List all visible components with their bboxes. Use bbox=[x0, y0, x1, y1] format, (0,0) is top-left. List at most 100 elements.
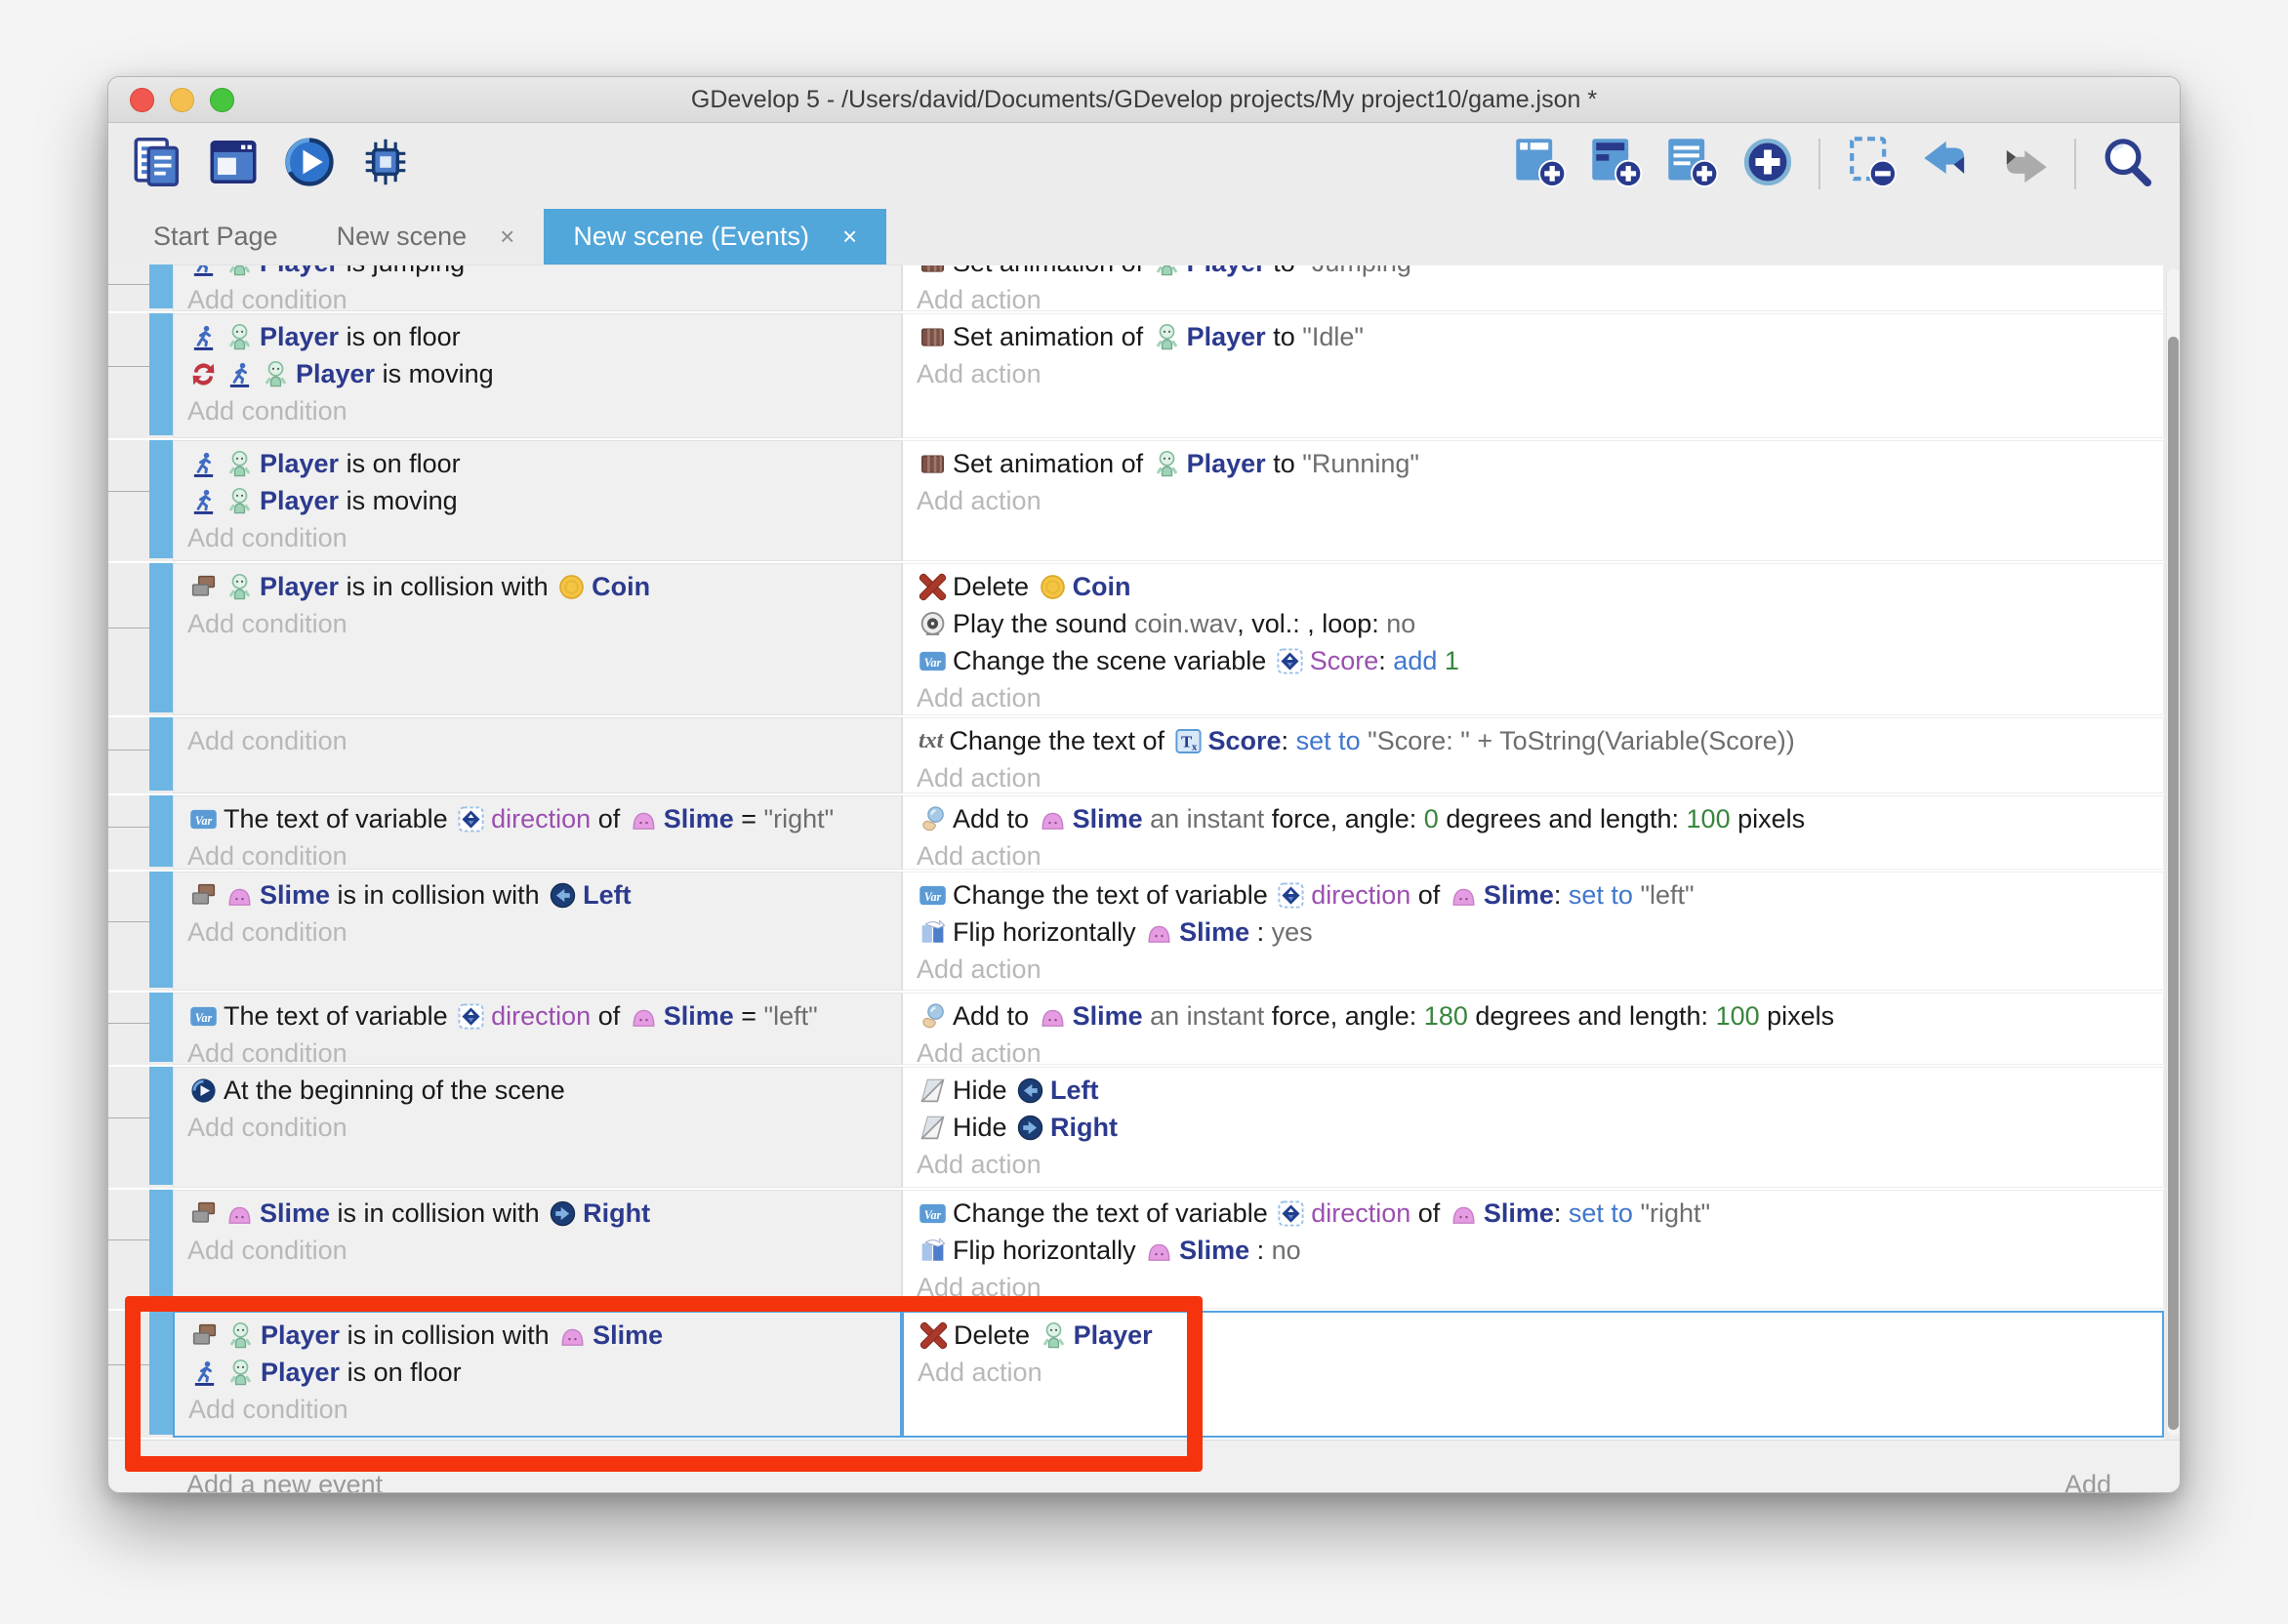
event-drag-bar[interactable] bbox=[149, 313, 173, 438]
actions-cell[interactable]: txtChange the text of TxScore: set to "S… bbox=[902, 717, 2164, 793]
conditions-cell[interactable]: Player is jumpingAdd condition bbox=[173, 264, 902, 311]
add-condition-button[interactable]: Add condition bbox=[174, 722, 901, 759]
action-line[interactable]: Hide Right bbox=[903, 1109, 2163, 1146]
actions-cell[interactable]: VarChange the text of variable direction… bbox=[902, 872, 2164, 991]
remove-selection-button[interactable] bbox=[1840, 133, 1902, 195]
condition-line[interactable]: At the beginning of the scene bbox=[174, 1072, 901, 1109]
tab-new-scene[interactable]: New scene× bbox=[307, 209, 545, 264]
conditions-cell[interactable]: Add condition bbox=[173, 717, 902, 793]
conditions-cell[interactable]: Slime is in collision with LeftAdd condi… bbox=[173, 872, 902, 991]
event-row[interactable]: Player is on floorPlayer is movingAdd co… bbox=[108, 440, 2164, 563]
event-row[interactable]: At the beginning of the sceneAdd conditi… bbox=[108, 1067, 2164, 1190]
add-subevent-button[interactable] bbox=[1584, 133, 1647, 195]
event-row[interactable]: Slime is in collision with RightAdd cond… bbox=[108, 1190, 2164, 1311]
event-row[interactable]: Add conditiontxtChange the text of TxSco… bbox=[108, 717, 2164, 795]
add-action-button[interactable]: Add action bbox=[904, 1354, 2162, 1391]
zoom-window-button[interactable] bbox=[210, 88, 234, 112]
add-button[interactable]: Add bbox=[2064, 1470, 2111, 1493]
actions-cell[interactable]: Set animation of Player to "Idle"Add act… bbox=[902, 313, 2164, 438]
tab-start-page[interactable]: Start Page bbox=[124, 209, 307, 264]
conditions-cell[interactable]: VarThe text of variable direction of Sli… bbox=[173, 993, 902, 1065]
add-condition-button[interactable]: Add condition bbox=[174, 837, 901, 870]
add-comment-button[interactable] bbox=[1660, 133, 1723, 195]
conditions-cell[interactable]: Slime is in collision with RightAdd cond… bbox=[173, 1190, 902, 1309]
add-condition-button[interactable]: Add condition bbox=[174, 392, 901, 429]
add-condition-button[interactable]: Add condition bbox=[174, 1035, 901, 1065]
action-line[interactable]: txtChange the text of TxScore: set to "S… bbox=[903, 722, 2163, 759]
event-row[interactable]: Player is jumpingAdd conditionSet animat… bbox=[108, 264, 2164, 313]
action-line[interactable]: Delete Player bbox=[904, 1317, 2162, 1354]
minimize-window-button[interactable] bbox=[170, 88, 194, 112]
event-drag-bar[interactable] bbox=[149, 993, 173, 1065]
event-drag-bar[interactable] bbox=[149, 264, 173, 311]
add-condition-button[interactable]: Add condition bbox=[174, 605, 901, 642]
add-action-button[interactable]: Add action bbox=[903, 281, 2163, 311]
action-line[interactable]: Set animation of Player to "Jumping" bbox=[903, 264, 2163, 281]
condition-line[interactable]: Player is moving bbox=[174, 482, 901, 519]
event-row[interactable]: VarThe text of variable direction of Sli… bbox=[108, 993, 2164, 1067]
add-action-button[interactable]: Add action bbox=[903, 355, 2163, 392]
action-line[interactable]: Set animation of Player to "Idle" bbox=[903, 318, 2163, 355]
event-row[interactable]: Player is in collision with CoinAdd cond… bbox=[108, 563, 2164, 717]
conditions-cell[interactable]: Player is on floorPlayer is movingAdd co… bbox=[173, 313, 902, 438]
action-line[interactable]: Add to Slime an instant force, angle: 0 … bbox=[903, 800, 2163, 837]
actions-cell[interactable]: Add to Slime an instant force, angle: 18… bbox=[902, 993, 2164, 1065]
condition-line[interactable]: Player is in collision with Coin bbox=[174, 568, 901, 605]
action-line[interactable]: Hide Left bbox=[903, 1072, 2163, 1109]
add-event-button[interactable] bbox=[1508, 133, 1571, 195]
add-action-button[interactable]: Add action bbox=[903, 759, 2163, 793]
project-manager-button[interactable] bbox=[126, 133, 188, 195]
action-line[interactable]: Add to Slime an instant force, angle: 18… bbox=[903, 997, 2163, 1035]
close-window-button[interactable] bbox=[130, 88, 154, 112]
action-line[interactable]: Play the sound coin.wav, vol.: , loop: n… bbox=[903, 605, 2163, 642]
redo-button[interactable] bbox=[1992, 133, 2055, 195]
add-new-event-button[interactable]: Add a new event bbox=[186, 1470, 383, 1493]
conditions-cell[interactable]: Player is in collision with SlimePlayer … bbox=[173, 1311, 902, 1438]
condition-line[interactable]: Player is on floor bbox=[175, 1354, 900, 1391]
condition-line[interactable]: Player is on floor bbox=[174, 318, 901, 355]
action-line[interactable]: Delete Coin bbox=[903, 568, 2163, 605]
tab-new-scene-events-[interactable]: New scene (Events)× bbox=[544, 209, 886, 264]
scrollbar-thumb[interactable] bbox=[2168, 337, 2179, 1430]
actions-cell[interactable]: VarChange the text of variable direction… bbox=[902, 1190, 2164, 1309]
actions-cell[interactable]: Add to Slime an instant force, angle: 0 … bbox=[902, 795, 2164, 870]
event-drag-bar[interactable] bbox=[149, 1067, 173, 1188]
debug-button[interactable] bbox=[354, 133, 417, 195]
event-drag-bar[interactable] bbox=[149, 563, 173, 715]
actions-cell[interactable]: Set animation of Player to "Running"Add … bbox=[902, 440, 2164, 561]
actions-cell[interactable]: Delete CoinPlay the sound coin.wav, vol.… bbox=[902, 563, 2164, 715]
add-condition-button[interactable]: Add condition bbox=[174, 519, 901, 556]
action-line[interactable]: VarChange the text of variable direction… bbox=[903, 876, 2163, 914]
conditions-cell[interactable]: VarThe text of variable direction of Sli… bbox=[173, 795, 902, 870]
condition-line[interactable]: Player is jumping bbox=[174, 264, 901, 281]
condition-line[interactable]: Player is moving bbox=[174, 355, 901, 392]
actions-cell[interactable]: Hide LeftHide RightAdd action bbox=[902, 1067, 2164, 1188]
condition-line[interactable]: Player is on floor bbox=[174, 445, 901, 482]
tab-close-icon[interactable]: × bbox=[500, 222, 514, 252]
actions-cell[interactable]: Delete PlayerAdd action bbox=[902, 1311, 2164, 1438]
condition-line[interactable]: Slime is in collision with Right bbox=[174, 1195, 901, 1232]
add-circle-button[interactable] bbox=[1736, 133, 1799, 195]
actions-cell[interactable]: Set animation of Player to "Jumping"Add … bbox=[902, 264, 2164, 311]
event-drag-bar[interactable] bbox=[149, 1311, 173, 1438]
event-row[interactable]: Slime is in collision with LeftAdd condi… bbox=[108, 872, 2164, 993]
event-row[interactable]: VarThe text of variable direction of Sli… bbox=[108, 795, 2164, 872]
event-drag-bar[interactable] bbox=[149, 440, 173, 561]
event-drag-bar[interactable] bbox=[149, 1190, 173, 1309]
add-action-button[interactable]: Add action bbox=[903, 1035, 2163, 1065]
add-action-button[interactable]: Add action bbox=[903, 679, 2163, 715]
add-condition-button[interactable]: Add condition bbox=[174, 1232, 901, 1269]
action-line[interactable]: Set animation of Player to "Running" bbox=[903, 445, 2163, 482]
conditions-cell[interactable]: At the beginning of the sceneAdd conditi… bbox=[173, 1067, 902, 1188]
scrollbar[interactable] bbox=[2166, 268, 2181, 1436]
action-line[interactable]: Flip horizontally Slime : yes bbox=[903, 914, 2163, 951]
conditions-cell[interactable]: Player is on floorPlayer is movingAdd co… bbox=[173, 440, 902, 561]
search-button[interactable] bbox=[2096, 133, 2158, 195]
add-action-button[interactable]: Add action bbox=[903, 1269, 2163, 1306]
tab-close-icon[interactable]: × bbox=[842, 222, 857, 252]
add-action-button[interactable]: Add action bbox=[903, 951, 2163, 988]
event-drag-bar[interactable] bbox=[149, 717, 173, 793]
event-row[interactable]: Player is in collision with SlimePlayer … bbox=[108, 1311, 2164, 1440]
action-line[interactable]: Flip horizontally Slime : no bbox=[903, 1232, 2163, 1269]
add-condition-button[interactable]: Add condition bbox=[174, 281, 901, 311]
